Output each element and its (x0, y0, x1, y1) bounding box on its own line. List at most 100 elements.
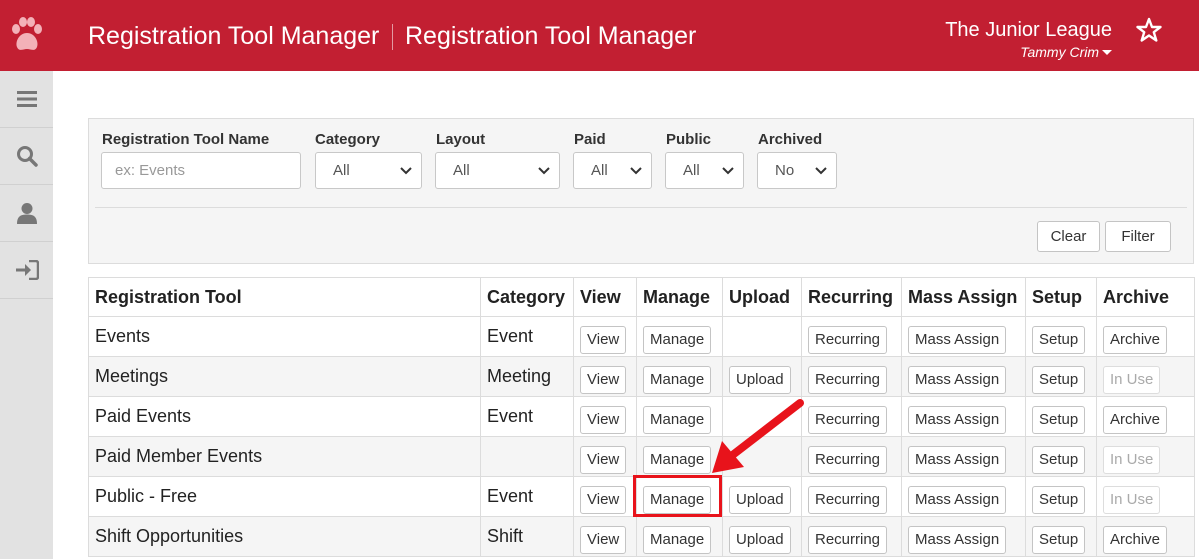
recurring-button[interactable]: Recurring (808, 405, 888, 434)
paid-label: Paid (574, 131, 606, 148)
mass-assign-cell: Mass Assign (901, 516, 1026, 557)
view-cell: View (573, 516, 637, 557)
layout-label: Layout (436, 131, 486, 148)
setup-cell: Setup (1025, 396, 1097, 437)
chevron-down-icon (815, 167, 827, 175)
annotation-arrow-icon (712, 399, 804, 473)
setup-button[interactable]: Setup (1032, 445, 1086, 474)
setup-cell: Setup (1025, 516, 1097, 557)
view-cell: View (573, 356, 637, 397)
mass-assign-button[interactable]: Mass Assign (908, 485, 1007, 514)
manage-button[interactable]: Manage (643, 525, 712, 554)
upload-cell: Upload (722, 516, 802, 557)
archive-cell: In Use (1096, 436, 1195, 477)
mass-assign-button[interactable]: Mass Assign (908, 365, 1007, 394)
in-use-button: In Use (1103, 445, 1161, 474)
archive-button[interactable]: Archive (1103, 405, 1168, 434)
table-row: Meetings Meeting View Manage Upload Recu… (88, 356, 1195, 397)
manage-cell: Manage (636, 316, 723, 357)
star-favorite-icon[interactable] (1136, 17, 1162, 43)
column-header-view: View (573, 277, 637, 317)
table-row: Events Event View Manage Recurring Mass … (88, 316, 1195, 357)
user-menu-dropdown[interactable]: Tammy Crim (1020, 44, 1112, 60)
paid-select[interactable]: All (573, 152, 652, 189)
search-icon (16, 146, 38, 167)
setup-cell: Setup (1025, 316, 1097, 357)
tool-name-cell: Public - Free (88, 476, 481, 517)
chevron-down-icon (630, 167, 642, 175)
layout-select[interactable]: All (435, 152, 560, 189)
view-button[interactable]: View (580, 325, 627, 354)
setup-button[interactable]: Setup (1032, 365, 1086, 394)
mass-assign-button[interactable]: Mass Assign (908, 325, 1007, 354)
user-name: Tammy Crim (1020, 44, 1099, 60)
archived-select-value: No (775, 162, 795, 179)
title-separator (392, 24, 393, 50)
mass-assign-button[interactable]: Mass Assign (908, 405, 1007, 434)
recurring-cell: Recurring (801, 396, 902, 437)
mass-assign-cell: Mass Assign (901, 436, 1026, 477)
tool-name-cell: Meetings (88, 356, 481, 397)
tool-name-cell: Paid Events (88, 396, 481, 437)
view-button[interactable]: View (580, 485, 627, 514)
category-cell: Event (480, 316, 574, 357)
upload-button[interactable]: Upload (729, 485, 791, 514)
upload-button[interactable]: Upload (729, 525, 791, 554)
recurring-button[interactable]: Recurring (808, 485, 888, 514)
category-select-value: All (333, 162, 350, 179)
filter-button[interactable]: Filter (1105, 221, 1171, 252)
view-button[interactable]: View (580, 525, 627, 554)
setup-button[interactable]: Setup (1032, 325, 1086, 354)
paid-select-value: All (591, 162, 608, 179)
paw-logo-icon[interactable] (9, 16, 43, 54)
recurring-button[interactable]: Recurring (808, 445, 888, 474)
manage-button[interactable]: Manage (643, 365, 712, 394)
sign-in-icon (15, 260, 39, 280)
recurring-cell: Recurring (801, 316, 902, 357)
mass-assign-button[interactable]: Mass Assign (908, 525, 1007, 554)
view-cell: View (573, 436, 637, 477)
upload-cell: Upload (722, 356, 802, 397)
clear-button[interactable]: Clear (1037, 221, 1100, 252)
page-title: Registration Tool Manager (88, 22, 380, 50)
category-cell (480, 436, 574, 477)
sidebar (0, 71, 53, 559)
category-select[interactable]: All (315, 152, 422, 189)
mass-assign-button[interactable]: Mass Assign (908, 445, 1007, 474)
recurring-cell: Recurring (801, 476, 902, 517)
archive-cell: In Use (1096, 476, 1195, 517)
sidebar-item-menu[interactable] (0, 71, 53, 128)
setup-button[interactable]: Setup (1032, 525, 1086, 554)
setup-cell: Setup (1025, 476, 1097, 517)
recurring-button[interactable]: Recurring (808, 525, 888, 554)
recurring-button[interactable]: Recurring (808, 365, 888, 394)
sidebar-item-profile[interactable] (0, 185, 53, 242)
sidebar-item-search[interactable] (0, 128, 53, 185)
in-use-button: In Use (1103, 485, 1161, 514)
upload-cell (722, 316, 802, 357)
archive-button[interactable]: Archive (1103, 325, 1168, 354)
manage-button[interactable]: Manage (643, 325, 712, 354)
public-select-value: All (683, 162, 700, 179)
registration-tool-name-input[interactable] (101, 152, 301, 189)
hamburger-menu-icon (16, 91, 37, 107)
archive-cell: Archive (1096, 316, 1195, 357)
archive-button[interactable]: Archive (1103, 525, 1168, 554)
public-label: Public (666, 131, 712, 148)
setup-button[interactable]: Setup (1032, 485, 1086, 514)
upload-button[interactable]: Upload (729, 365, 791, 394)
table-row: Shift Opportunities Shift View Manage Up… (88, 516, 1195, 557)
category-cell: Shift (480, 516, 574, 557)
view-button[interactable]: View (580, 365, 627, 394)
archived-select[interactable]: No (757, 152, 837, 189)
view-button[interactable]: View (580, 445, 627, 474)
top-header-bar: Registration Tool Manager Registration T… (0, 0, 1199, 71)
sidebar-item-sign-in[interactable] (0, 242, 53, 299)
category-cell: Meeting (480, 356, 574, 397)
archive-cell: Archive (1096, 396, 1195, 437)
recurring-cell: Recurring (801, 356, 902, 397)
setup-button[interactable]: Setup (1032, 405, 1086, 434)
recurring-button[interactable]: Recurring (808, 325, 888, 354)
view-button[interactable]: View (580, 405, 627, 434)
public-select[interactable]: All (665, 152, 744, 189)
